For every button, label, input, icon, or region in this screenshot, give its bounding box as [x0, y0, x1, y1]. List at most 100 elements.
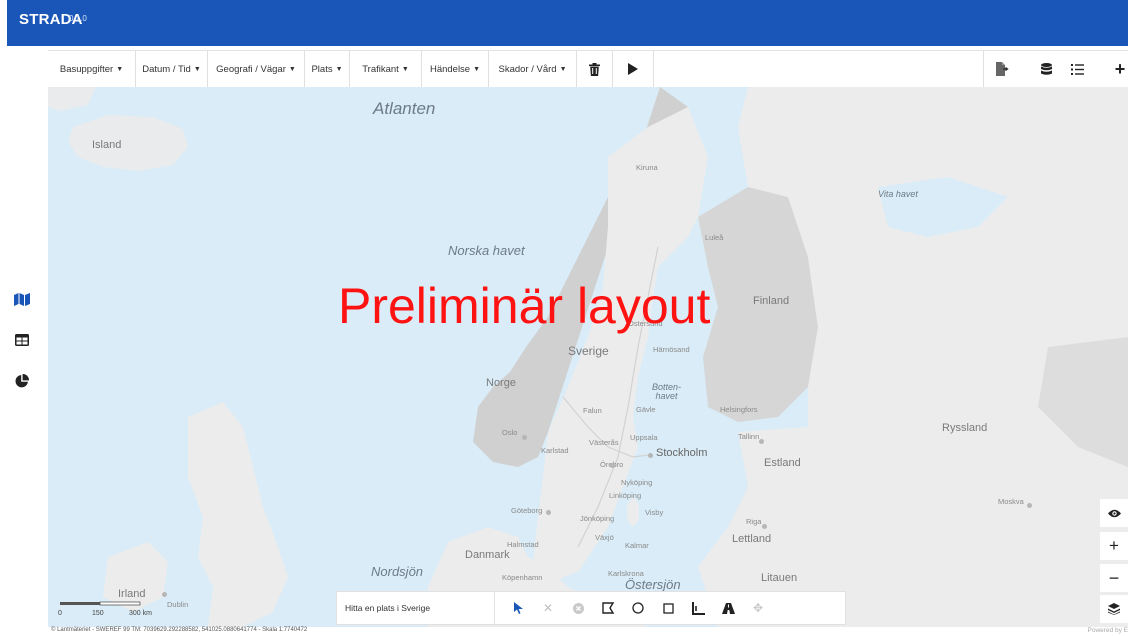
export-icon [995, 62, 1009, 76]
city-label-helsingfors: Helsingfors [720, 405, 758, 414]
move-tool-button[interactable]: ✥ [743, 592, 773, 624]
pointer-icon [513, 602, 523, 614]
layers-icon [1108, 603, 1120, 615]
menu-skador-vard[interactable]: Skador / Vård ▼ [489, 51, 577, 87]
country-label-danmark: Danmark [465, 549, 510, 561]
zoom-in-icon: + [1109, 536, 1119, 555]
city-label-uppsala: Uppsala [630, 433, 658, 442]
view-sidebar [0, 87, 48, 627]
play-icon [628, 63, 638, 75]
map-scale-bar: 0 150 300 km [56, 597, 216, 625]
sea-label-vita-havet: Vita havet [878, 189, 918, 199]
place-search-input[interactable] [337, 592, 495, 624]
sidebar-item-table[interactable] [12, 330, 32, 350]
caret-down-icon: ▼ [193, 65, 201, 73]
road-icon [721, 602, 735, 614]
list-button[interactable] [1059, 51, 1095, 87]
scale-label: 300 km [129, 610, 152, 617]
city-label-kalmar: Kalmar [625, 541, 649, 550]
add-button[interactable]: + [1102, 51, 1128, 87]
cancel-tool-button[interactable] [563, 592, 593, 624]
sidebar-item-chart[interactable] [12, 371, 32, 391]
city-label-kiruna: Kiruna [636, 163, 658, 172]
zoom-out-icon: − [1108, 567, 1120, 588]
menu-datum-tid[interactable]: Datum / Tid ▼ [136, 51, 208, 87]
country-label-litauen: Litauen [761, 572, 798, 584]
sea-label-nordsjon: Nordsjön [371, 564, 424, 579]
city-label-jonkoping: Jönköping [580, 514, 615, 523]
polygon-icon [602, 602, 614, 614]
city-label-gavle: Gävle [636, 405, 656, 414]
pie-chart-icon [15, 374, 29, 388]
menu-geografi-vagar[interactable]: Geografi / Vägar ▼ [208, 51, 305, 87]
city-marker [759, 439, 764, 444]
city-label-moskva: Moskva [998, 497, 1024, 506]
caret-down-icon: ▼ [559, 65, 567, 73]
polygon-tool-button[interactable] [593, 592, 623, 624]
plus-icon: + [1114, 58, 1126, 79]
trash-icon [589, 62, 600, 76]
sea-label-atlanten: Atlanten [373, 99, 436, 118]
main-toolbar: Basuppgifter ▼ Datum / Tid ▼ Geografi / Vä… [48, 50, 1128, 88]
city-label-riga: Riga [746, 517, 762, 526]
menu-trafikant[interactable]: Trafikant ▼ [350, 51, 422, 87]
city-label-falun: Falun [583, 406, 602, 415]
country-label-sverige: Sverige [568, 344, 609, 358]
menu-plats[interactable]: Plats ▼ [305, 51, 350, 87]
road-tool-button[interactable] [713, 592, 743, 624]
country-label-island: Island [92, 139, 122, 151]
city-label-stockholm: Stockholm [656, 447, 708, 459]
menu-basuppgifter[interactable]: Basuppgifter ▼ [48, 51, 136, 87]
app-header: STRADA 0.1.0 [0, 0, 1128, 46]
rectangle-tool-button[interactable] [653, 592, 683, 624]
map-view-icon [14, 292, 30, 306]
clear-tool-button[interactable]: ✕ [533, 592, 563, 624]
export-button[interactable] [983, 51, 1019, 87]
header-edge [0, 0, 7, 46]
city-label-kobenhavn: Köpenhamn [502, 573, 543, 582]
line-measure-icon [691, 601, 705, 615]
city-label-visby: Visby [645, 508, 664, 517]
caret-down-icon: ▼ [116, 65, 124, 73]
city-label-halmstad: Halmstad [507, 540, 539, 549]
map-canvas[interactable]: Atlanten Norska havet Vita havet Botten-… [48, 87, 1128, 627]
sea-label-norska-havet: Norska havet [448, 243, 525, 258]
city-marker [546, 510, 551, 515]
caret-down-icon: ▼ [335, 65, 343, 73]
circle-tool-button[interactable] [623, 592, 653, 624]
city-label-vaxjo: Växjö [595, 533, 614, 542]
visibility-toggle-button[interactable] [1100, 499, 1128, 527]
select-tool-button[interactable] [503, 592, 533, 624]
powered-by-text: Powered by E [1087, 627, 1128, 634]
zoom-out-button[interactable]: − [1100, 564, 1128, 592]
city-label-vasteras: Västerås [589, 438, 619, 447]
menu-handelse[interactable]: Händelse ▼ [422, 51, 489, 87]
map-toolbar-bottom: ✕ ✥ [336, 591, 846, 625]
country-label-estland: Estland [764, 457, 801, 469]
move-icon: ✥ [752, 601, 764, 615]
zoom-in-button[interactable]: + [1100, 532, 1128, 560]
sea-label-bottenhavet: Botten- havet [652, 382, 682, 401]
clear-icon: ✕ [542, 601, 554, 615]
database-icon [1040, 62, 1052, 75]
city-label-oslo: Oslo [502, 428, 518, 437]
scale-label: 0 [58, 610, 62, 617]
run-button[interactable] [613, 51, 654, 87]
city-label-lulea: Luleå [705, 233, 724, 242]
rectangle-icon [662, 602, 674, 614]
scale-bar-graphic [60, 601, 141, 606]
clear-selection-button[interactable] [577, 51, 613, 87]
map-coordinates-text: © Lantmäteriet - SWEREF 99 TM: 7039629.2… [51, 627, 308, 633]
measure-tool-button[interactable] [683, 592, 713, 624]
city-label-karlstad: Karlstad [541, 446, 569, 455]
caret-down-icon: ▼ [473, 65, 481, 73]
visibility-icon [1107, 509, 1121, 517]
preliminary-watermark: Preliminär layout [338, 278, 711, 334]
city-marker [1027, 503, 1032, 508]
city-label-linkoping: Linköping [609, 491, 642, 500]
layers-button[interactable] [1100, 595, 1128, 623]
country-label-lettland: Lettland [732, 533, 772, 545]
city-label-karlskrona: Karlskrona [608, 569, 644, 578]
app-version: 0.1.0 [69, 14, 87, 23]
sidebar-item-map[interactable] [12, 289, 32, 309]
